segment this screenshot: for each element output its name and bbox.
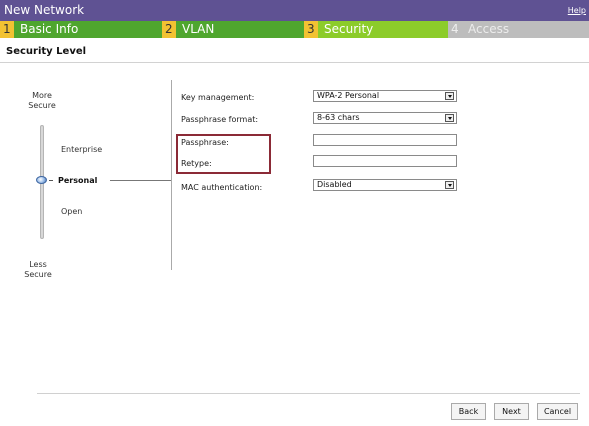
step-label: Security — [318, 21, 448, 38]
step-access: 4 Access — [448, 21, 589, 38]
level-connector-line — [110, 180, 172, 181]
more-secure-line1: More — [32, 91, 52, 100]
section-title: Security Level — [6, 46, 87, 57]
retype-label: Retype: — [181, 159, 212, 168]
mac-authentication-select[interactable]: Disabled — [313, 179, 457, 191]
vertical-divider — [171, 80, 172, 270]
step-label: Basic Info — [14, 21, 162, 38]
step-security[interactable]: 3 Security — [304, 21, 448, 38]
step-number: 2 — [162, 21, 176, 38]
dropdown-arrow-icon[interactable] — [445, 92, 454, 100]
step-number: 4 — [448, 21, 462, 38]
dropdown-arrow-icon[interactable] — [445, 114, 454, 122]
more-secure-line2: Secure — [28, 101, 56, 110]
step-label: Access — [462, 21, 589, 38]
passphrase-format-value: 8-63 chars — [317, 113, 360, 122]
knob-connector — [49, 180, 53, 181]
cancel-button[interactable]: Cancel — [537, 403, 578, 420]
level-enterprise[interactable]: Enterprise — [61, 145, 102, 154]
passphrase-format-select[interactable]: 8-63 chars — [313, 112, 457, 124]
more-secure-label: More Secure — [23, 91, 61, 111]
passphrase-label: Passphrase: — [181, 138, 229, 147]
wizard-steps: 1 Basic Info 2 VLAN 3 Security 4 Access — [0, 21, 589, 38]
back-button[interactable]: Back — [451, 403, 486, 420]
mac-authentication-label: MAC authentication: — [181, 183, 263, 192]
dropdown-arrow-icon[interactable] — [445, 181, 454, 189]
slider-knob[interactable] — [36, 176, 47, 184]
step-number: 3 — [304, 21, 318, 38]
retype-input[interactable] — [313, 155, 457, 167]
less-secure-line2: Secure — [24, 270, 52, 279]
step-label: VLAN — [176, 21, 304, 38]
next-button[interactable]: Next — [494, 403, 529, 420]
key-management-select[interactable]: WPA-2 Personal — [313, 90, 457, 102]
level-open[interactable]: Open — [61, 207, 82, 216]
footer-divider — [37, 393, 580, 394]
passphrase-input[interactable] — [313, 134, 457, 146]
key-management-value: WPA-2 Personal — [317, 91, 380, 100]
step-basic-info[interactable]: 1 Basic Info — [0, 21, 162, 38]
less-secure-label: Less Secure — [20, 260, 56, 280]
less-secure-line1: Less — [29, 260, 47, 269]
window-title: New Network — [4, 3, 85, 17]
help-link[interactable]: Help — [568, 6, 586, 15]
level-personal[interactable]: Personal — [58, 176, 97, 185]
step-number: 1 — [0, 21, 14, 38]
passphrase-format-label: Passphrase format: — [181, 115, 259, 124]
key-management-label: Key management: — [181, 93, 255, 102]
mac-authentication-value: Disabled — [317, 180, 352, 189]
section-divider — [0, 62, 589, 63]
step-vlan[interactable]: 2 VLAN — [162, 21, 304, 38]
titlebar: New Network Help — [0, 0, 589, 21]
